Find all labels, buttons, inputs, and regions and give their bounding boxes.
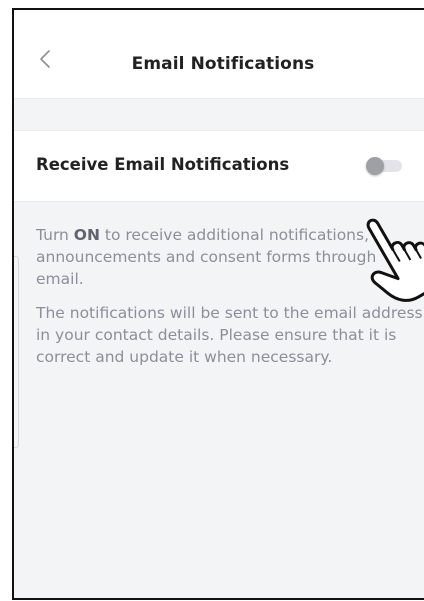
description-text: Turn ON to receive additional notificati… [36,224,424,380]
section-spacer [14,99,424,129]
setting-row-email-notifications[interactable]: Receive Email Notifications [14,130,424,202]
toggle-knob [366,157,384,175]
description-paragraph-2: The notifications will be sent to the em… [36,304,423,366]
nav-header: Email Notifications [14,10,424,99]
description-paragraph-1: Turn ON to receive additional notificati… [36,224,424,290]
desc-text-prefix: Turn [36,226,74,244]
phone-screen: Email Notifications Receive Email Notifi… [12,8,424,600]
side-edge-marker [14,256,19,448]
desc-bold-on: ON [73,226,100,244]
email-notifications-toggle[interactable] [366,157,402,175]
setting-label: Receive Email Notifications [36,155,290,174]
page-title: Email Notifications [131,54,315,74]
